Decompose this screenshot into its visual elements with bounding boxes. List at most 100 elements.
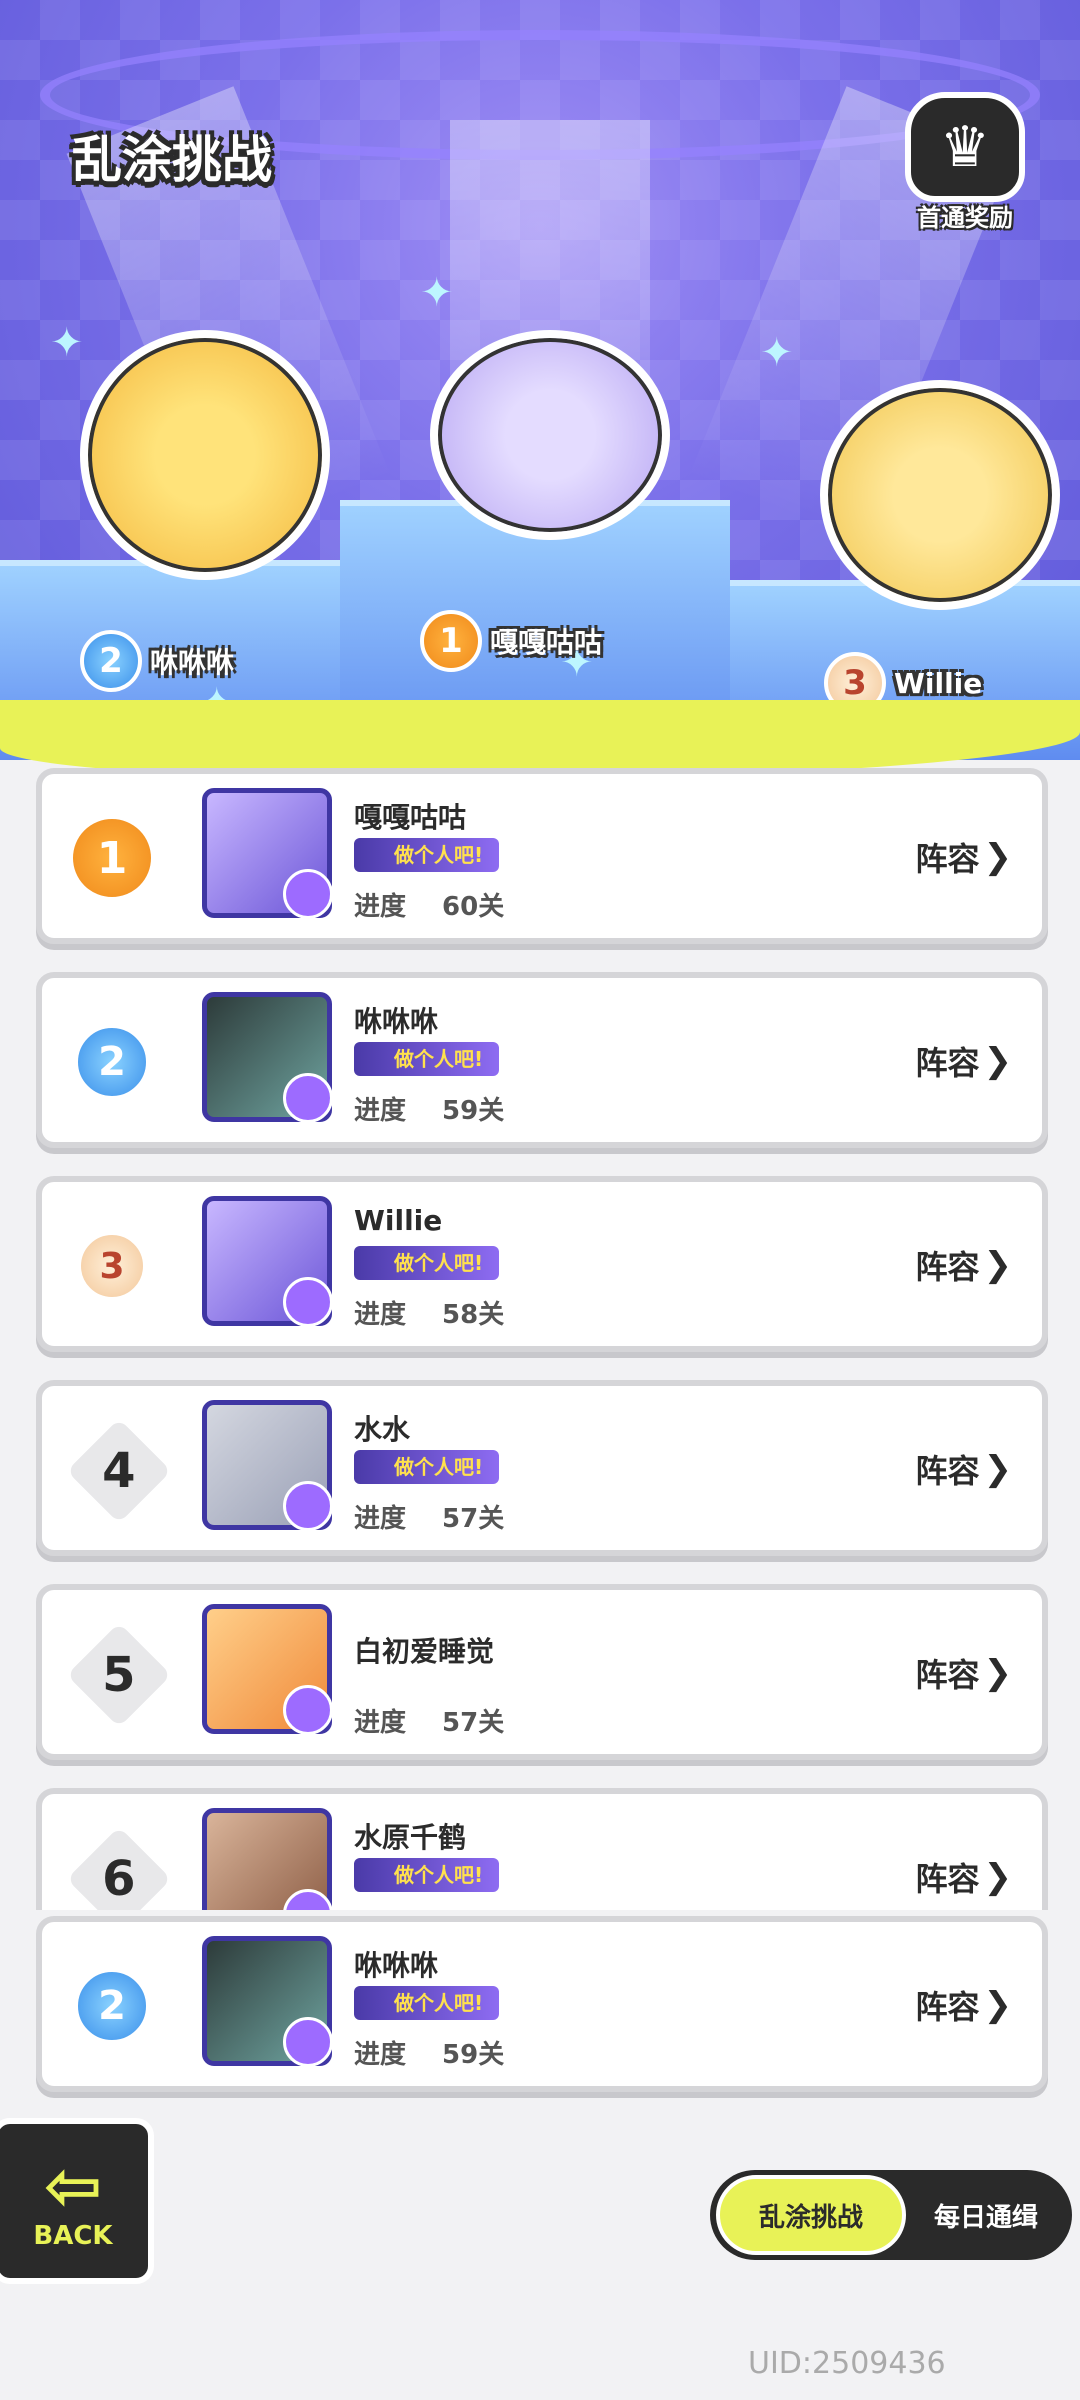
progress-value: 59关	[442, 2040, 505, 2070]
player-name: 水原千鹤	[354, 1821, 467, 1854]
rank-medal-icon: 2	[80, 630, 142, 692]
chevron-right-icon: ❯	[983, 1985, 1013, 2025]
rank-medal-icon: 2	[74, 1024, 150, 1100]
title-tag: 做个人吧!	[354, 1042, 500, 1076]
chevron-right-icon: ❯	[983, 1041, 1013, 1081]
user-id: UID:2509436	[748, 2346, 946, 2381]
progress: 进度 58关	[354, 1294, 504, 1331]
ranking-row[interactable]: 6 水原千鹤 做个人吧! 阵容 ❯	[36, 1788, 1048, 1910]
progress: 进度 59关	[354, 1090, 504, 1127]
ranking-row[interactable]: 4 水水 做个人吧! 进度 57关 阵容 ❯	[36, 1380, 1048, 1556]
podium-player-name: 嘎嘎咕咕	[490, 626, 603, 659]
lineup-label: 阵容	[915, 1860, 980, 1898]
my-ranking-row[interactable]: 2 咻咻咻 做个人吧! 进度 59关 阵容 ❯	[36, 1916, 1048, 2092]
lineup-button[interactable]: 阵容 ❯	[915, 1038, 1012, 1084]
lineup-button[interactable]: 阵容 ❯	[915, 1650, 1012, 1696]
podium-avatar-1[interactable]	[430, 330, 670, 540]
progress-label: 进度	[354, 1708, 407, 1738]
player-name: Willie	[354, 1204, 443, 1237]
rank-badge: 6	[66, 1826, 172, 1910]
progress-label: 进度	[354, 1504, 407, 1534]
title-tag: 做个人吧!	[354, 1450, 500, 1484]
back-label: BACK	[33, 2221, 113, 2251]
rank-badge: 5	[66, 1622, 172, 1728]
rank-medal-icon: 2	[74, 1968, 150, 2044]
rank-badge: 2	[68, 1958, 164, 2054]
progress-label: 进度	[354, 892, 407, 922]
title-tag: 做个人吧!	[354, 1986, 500, 2020]
progress: 进度 57关	[354, 1702, 504, 1739]
first-clear-reward-button[interactable]: ♛ 首通奖励	[900, 92, 1030, 232]
progress-value: 57关	[442, 1708, 505, 1738]
podium-avatar-3[interactable]	[820, 380, 1060, 610]
progress-value: 60关	[442, 892, 505, 922]
sparkle-icon: ✦	[50, 320, 84, 366]
rank-badge: 1	[68, 810, 164, 906]
tab-scribble-challenge[interactable]: 乱涂挑战	[716, 2175, 906, 2255]
sparkle-icon: ✦	[420, 270, 454, 316]
lineup-label: 阵容	[915, 840, 980, 878]
ranking-row[interactable]: 2 咻咻咻 做个人吧! 进度 59关 阵容 ❯	[36, 972, 1048, 1148]
rank-number: 5	[102, 1647, 136, 1703]
podium-avatar-2[interactable]	[80, 330, 330, 580]
player-name: 水水	[354, 1413, 411, 1446]
lineup-button[interactable]: 阵容 ❯	[915, 1446, 1012, 1492]
ranking-list[interactable]: 1 嘎嘎咕咕 做个人吧! 进度 60关 阵容 ❯ 2 咻咻咻 做个人吧! 进度 59关…	[36, 768, 1048, 1910]
progress: 进度 59关	[354, 2034, 504, 2071]
lineup-label: 阵容	[915, 1248, 980, 1286]
lineup-button[interactable]: 阵容 ❯	[915, 834, 1012, 880]
chevron-right-icon: ❯	[983, 1245, 1013, 1285]
sparkle-icon: ✦	[760, 330, 794, 376]
avatar[interactable]	[202, 788, 333, 919]
lineup-label: 阵容	[915, 1656, 980, 1694]
progress: 进度 60关	[354, 886, 504, 923]
rank-medal-icon: 1	[420, 610, 482, 672]
player-name: 白初爱睡觉	[354, 1635, 495, 1668]
ranking-row[interactable]: 3 Willie 做个人吧! 进度 58关 阵容 ❯	[36, 1176, 1048, 1352]
progress-label: 进度	[354, 1096, 407, 1126]
lineup-button[interactable]: 阵容 ❯	[915, 1854, 1012, 1900]
tab-daily-wanted[interactable]: 每日通缉	[906, 2175, 1066, 2255]
lineup-label: 阵容	[915, 1452, 980, 1490]
chevron-right-icon: ❯	[983, 1449, 1013, 1489]
rank-badge: 4	[66, 1418, 172, 1524]
avatar[interactable]	[202, 992, 333, 1123]
shield-crown-icon: ♛	[905, 92, 1025, 202]
rank-number: 4	[102, 1443, 136, 1499]
back-arrow-icon: ⇦	[43, 2145, 103, 2227]
progress-label: 进度	[354, 2040, 407, 2070]
lineup-button[interactable]: 阵容 ❯	[915, 1242, 1012, 1288]
progress-value: 59关	[442, 1096, 505, 1126]
rank-medal-icon: 3	[77, 1231, 147, 1301]
chevron-right-icon: ❯	[983, 1653, 1013, 1693]
ranking-row[interactable]: 1 嘎嘎咕咕 做个人吧! 进度 60关 阵容 ❯	[36, 768, 1048, 944]
podium-name-2[interactable]: 2 咻咻咻	[80, 630, 234, 692]
avatar[interactable]	[202, 1808, 333, 1910]
rank-badge: 2	[68, 1014, 164, 1110]
title-tag: 做个人吧!	[354, 838, 500, 872]
podium-name-1[interactable]: 1 嘎嘎咕咕	[420, 610, 602, 672]
rank-medal-icon: 1	[69, 815, 155, 901]
progress-label: 进度	[354, 1300, 407, 1330]
ranking-row[interactable]: 5 白初爱睡觉 进度 57关 阵容 ❯	[36, 1584, 1048, 1760]
chevron-right-icon: ❯	[983, 1857, 1013, 1897]
podium-player-name: Willie	[894, 666, 983, 700]
rank-number: 6	[102, 1851, 136, 1907]
avatar[interactable]	[202, 1936, 333, 2067]
lineup-button[interactable]: 阵容 ❯	[915, 1982, 1012, 2028]
progress: 进度 57关	[354, 1498, 504, 1535]
mode-tabs: 乱涂挑战 每日通缉	[710, 2170, 1072, 2260]
back-button[interactable]: ⇦ BACK	[0, 2118, 154, 2284]
reward-label: 首通奖励	[917, 204, 1013, 232]
title-tag: 做个人吧!	[354, 1858, 500, 1892]
page-title: 乱涂挑战	[72, 131, 272, 189]
avatar[interactable]	[202, 1400, 333, 1531]
rank-badge: 3	[68, 1218, 164, 1314]
player-name: 嘎嘎咕咕	[354, 801, 467, 834]
chevron-right-icon: ❯	[983, 837, 1013, 877]
lineup-label: 阵容	[915, 1988, 980, 2026]
progress-value: 57关	[442, 1504, 505, 1534]
avatar[interactable]	[202, 1196, 333, 1327]
lineup-label: 阵容	[915, 1044, 980, 1082]
avatar[interactable]	[202, 1604, 333, 1735]
